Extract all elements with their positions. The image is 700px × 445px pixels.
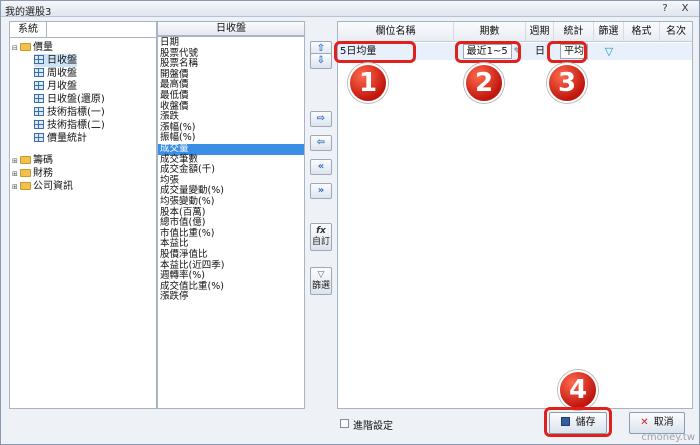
disk-icon [560,417,570,426]
folder-icon [20,169,31,177]
table-icon [34,68,44,77]
folder-icon [20,156,31,164]
highlight-stat [547,41,587,63]
selected-fields-grid: 欄位名稱 期數 週期 統計 篩選 格式 名次 5日均量 最近1~5 ✎ 日 平均 … [337,21,693,409]
custom-formula-button[interactable]: fx 自訂 [310,223,332,251]
highlight-period [455,41,521,63]
tab-divider [10,37,156,38]
save-label: 儲存 [575,417,596,428]
col-header-period[interactable]: 期數 [454,22,526,42]
field-list-header: 日收盤 [157,21,305,36]
funnel-icon: ▽ [317,270,325,280]
tree-node-label: 周收盤 [47,68,77,79]
step-badge-1: 1 [348,63,388,103]
list-item[interactable]: 成交量 [158,143,304,155]
step-badge-2: 2 [464,63,504,103]
col-header-name[interactable]: 欄位名稱 [338,22,454,42]
tree-node[interactable]: ⊞ 財務 [12,167,53,180]
col-header-cycle[interactable]: 週期 [526,22,554,42]
tab-system[interactable]: 系統 [9,21,47,37]
title-bar: 我的選股3 ? X [1,1,699,18]
field-list[interactable]: 日期 股票代號 股票名稱 開盤價 最高價 最低價 收盤價 漲跌 漲幅(%) 振幅(%) 成交量 成交筆… [157,36,305,409]
close-button[interactable]: X [677,2,693,15]
save-button[interactable]: 儲存 [549,412,607,434]
tree-node[interactable]: ⊞ 籌碼 [12,154,53,167]
col-header-format[interactable]: 格式 [624,22,660,42]
tree-node[interactable]: ⊞ 公司資訊 [12,180,73,193]
col-header-filter[interactable]: 篩選 [594,22,624,42]
advanced-settings-label[interactable]: 進階設定 [353,417,393,432]
tree-node-label: 籌碼 [33,155,53,166]
filter-label: 篩選 [311,281,330,291]
step-badge-3: 3 [547,63,587,103]
tree-node-label: 技術指標(一) [47,107,105,118]
list-item[interactable]: 日期 [158,37,304,49]
list-item[interactable]: 均張變動(%) [158,196,304,208]
list-item[interactable]: 最低價 [158,90,304,102]
expand-icon[interactable]: ⊞ [12,181,20,194]
folder-icon [20,182,31,190]
dialog-window: 我的選股3 ? X ⊟ 價量 日收盤 周收盤 月收盤 日收盤(還原) 技術指標(一) 技術指標… [0,0,700,445]
tree-node-label: 公司資訊 [33,181,73,192]
add-all-button[interactable]: » [310,183,332,199]
cancel-label: 取消 [653,417,674,428]
advanced-settings-checkbox[interactable] [340,419,349,428]
step-badge-4: 4 [558,370,598,410]
cancel-button[interactable]: ✕ 取消 [629,412,685,434]
tree-node-label: 月收盤 [47,81,77,92]
fx-icon: fx [316,226,326,236]
tree-node-label: 日收盤(還原) [47,94,105,105]
tree-node[interactable]: 日收盤(還原) [34,93,105,106]
add-field-button[interactable]: ⇨ [310,111,332,127]
collapse-icon[interactable]: ⊟ [12,42,20,55]
close-icon: ✕ [640,417,649,428]
tree-node[interactable]: 價量統計 [34,132,87,145]
col-header-rank[interactable]: 名次 [660,22,692,42]
tree-node[interactable]: 周收盤 [34,67,77,80]
remove-field-button[interactable]: ⇦ [310,135,332,151]
tree-node-label: 價量 [33,42,53,53]
list-item[interactable]: 收盤價 [158,101,304,113]
window-title: 我的選股3 [5,7,52,18]
tree-node[interactable]: 技術指標(一) [34,106,105,119]
filter-funnel-icon[interactable]: ▽ [594,43,624,60]
table-icon [34,55,44,64]
tree-node-label: 價量統計 [47,133,87,144]
remove-all-button[interactable]: « [310,159,332,175]
highlight-field-name [334,41,416,63]
list-item[interactable]: 成交金額(千) [158,165,304,176]
category-tree: ⊟ 價量 日收盤 周收盤 月收盤 日收盤(還原) 技術指標(一) 技術指標(二) 價量統計 ⊞ 籌碼… [9,21,157,409]
tree-node[interactable]: ⊟ 價量 [12,41,53,54]
tree-node[interactable]: 技術指標(二) [34,119,105,132]
list-item[interactable]: 股價淨值比 [158,249,304,261]
table-icon [34,120,44,129]
table-icon [34,133,44,142]
tree-node[interactable]: 日收盤 [34,54,77,67]
filter-button[interactable]: ▽ 篩選 [310,267,332,295]
folder-icon [20,43,31,51]
col-header-stat[interactable]: 統計 [554,22,594,42]
tree-node-label: 財務 [33,168,53,179]
list-item[interactable]: 漲跌停 [158,292,304,303]
tree-node-label: 日收盤 [47,55,77,66]
custom-label: 自訂 [311,237,330,247]
table-icon [34,81,44,90]
table-icon [34,94,44,103]
help-button[interactable]: ? [657,2,673,15]
table-icon [34,107,44,116]
tree-node-label: 技術指標(二) [47,120,105,131]
move-down-button[interactable]: ⇩ [310,53,332,69]
tree-node[interactable]: 月收盤 [34,80,77,93]
watermark: cmoney.tw [641,432,695,443]
